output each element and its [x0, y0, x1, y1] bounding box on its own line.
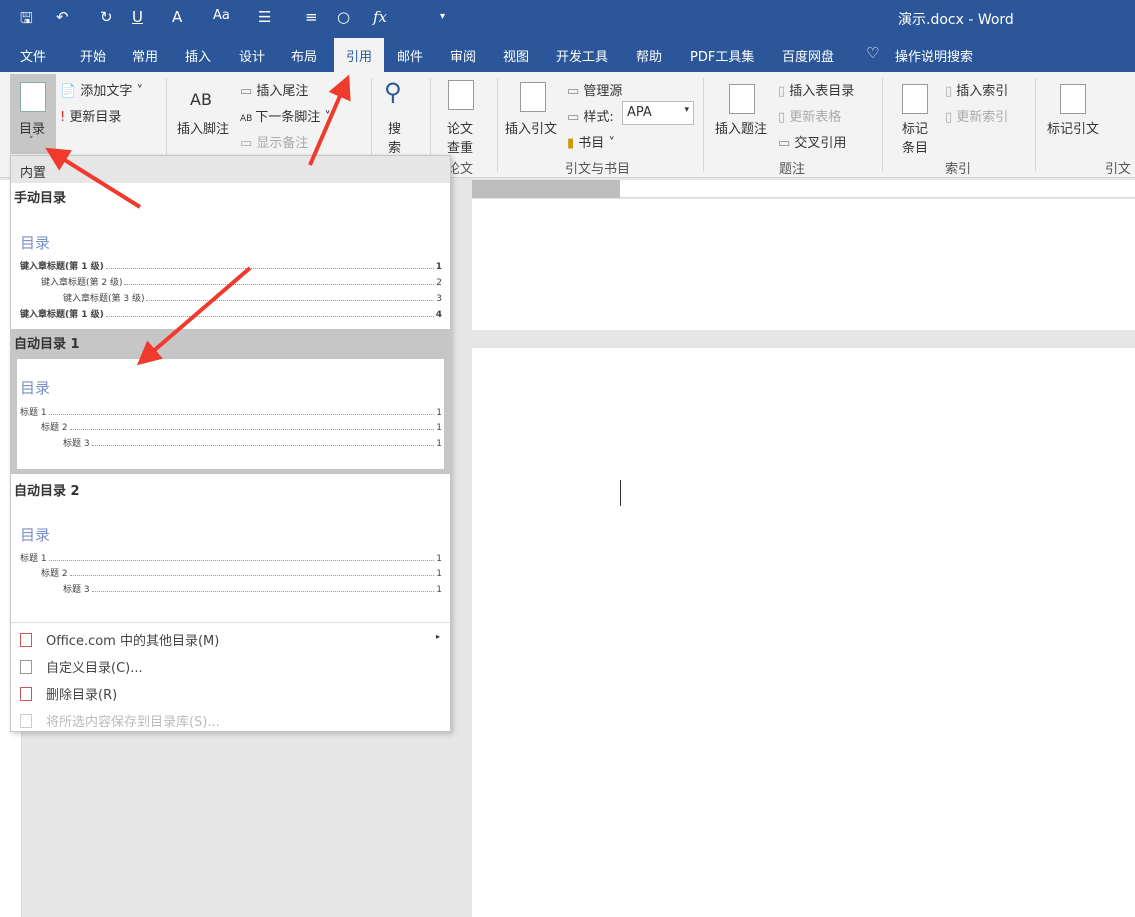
title-bar: 🖫 ↶ ↻ U A Aa ☰ ≡ ○ fx ▾ 演示.docx - Word — [0, 0, 1135, 36]
paper-check-button[interactable]: 论文 查重 — [447, 118, 473, 156]
group-citations: 引文与书目 — [565, 162, 631, 177]
tab-home[interactable]: 开始 — [80, 46, 106, 65]
tab-design[interactable]: 设计 — [239, 46, 265, 65]
redo-icon[interactable]: ↻ — [100, 8, 113, 26]
manage-sources-icon: ▭ — [567, 84, 584, 99]
undo-icon[interactable]: ↶ — [56, 8, 69, 26]
insert-citation-button[interactable]: 插入引文 — [505, 118, 557, 137]
tab-layout[interactable]: 布局 — [291, 46, 317, 65]
tab-review[interactable]: 审阅 — [450, 46, 476, 65]
remove-toc-icon — [20, 687, 32, 701]
table-of-contents-button[interactable]: 目录 ˅ — [10, 74, 56, 154]
horizontal-ruler[interactable] — [472, 180, 1135, 198]
endnote-icon: ▭ — [240, 84, 257, 99]
show-notes-icon: ▭ — [240, 136, 257, 151]
mark-entry-icon — [902, 84, 928, 114]
tab-view[interactable]: 视图 — [503, 46, 529, 65]
font-color-icon[interactable]: A — [172, 8, 182, 26]
lightbulb-icon: ♡ — [866, 44, 880, 62]
group-captions: 题注 — [779, 162, 806, 177]
show-notes-button[interactable]: ▭ 显示备注 — [240, 132, 308, 151]
next-footnote-button[interactable]: AB 下一条脚注 ˅ — [240, 106, 331, 125]
submenu-arrow-icon: ▸ — [435, 632, 440, 641]
bibliography-button[interactable]: ▮ 书目 ˅ — [567, 132, 615, 151]
tab-insert[interactable]: 插入 — [185, 46, 211, 65]
menu-item-remove-toc[interactable]: 删除目录(R) — [11, 681, 450, 707]
manage-sources-button[interactable]: ▭ 管理源 — [567, 80, 622, 99]
mark-citation-button[interactable]: 标记引文 — [1047, 118, 1099, 137]
menu-item-save-selection[interactable]: 将所选内容保存到目录库(S)... — [11, 708, 450, 734]
mark-citation-icon — [1060, 84, 1086, 114]
tab-common[interactable]: 常用 — [132, 46, 158, 65]
add-text-button[interactable]: 📄 添加文字 ˅ — [60, 80, 143, 99]
align-icon[interactable]: ≡ — [305, 8, 318, 26]
insert-table-of-figures-button[interactable]: ▯ 插入表目录 — [778, 80, 854, 99]
document-page-2[interactable] — [472, 348, 1135, 917]
tab-help[interactable]: 帮助 — [636, 46, 662, 65]
text-cursor — [620, 480, 621, 506]
search-button[interactable]: 搜索 — [388, 118, 401, 156]
gallery-item-auto-toc-1[interactable]: 自动目录 1 目录 标题 11 标题 21 标题 31 — [11, 329, 450, 474]
gallery-item-manual-toc[interactable]: 手动目录 目录 键入章标题(第 1 级) 1 键入章标题(第 2 级) 2 键入章标… — [11, 183, 450, 328]
insert-index-button[interactable]: ▯ 插入索引 — [945, 80, 1008, 99]
shape-icon[interactable]: ○ — [337, 8, 350, 26]
customize-icon[interactable]: ▾ — [440, 11, 445, 22]
chevron-down-icon: ˅ — [29, 136, 34, 146]
tab-file[interactable]: 文件 — [20, 46, 46, 65]
tell-me-search[interactable]: 操作说明搜索 — [895, 46, 973, 65]
style-label: ▭ 样式: — [567, 110, 614, 125]
save-selection-icon — [20, 714, 32, 728]
update-table-button[interactable]: ▯ 更新表格 — [778, 106, 841, 125]
next-footnote-icon: AB — [240, 114, 256, 124]
search-icon: ⚲ — [384, 78, 402, 106]
paper-check-icon — [448, 80, 474, 110]
save-icon[interactable]: 🖫 — [20, 8, 33, 33]
menu-item-more-toc[interactable]: Office.com 中的其他目录(M) ▸ — [11, 627, 450, 653]
insert-caption-button[interactable]: 插入题注 — [715, 118, 767, 137]
window-title: 演示.docx - Word — [898, 12, 1014, 28]
footnote-icon: AB — [190, 90, 212, 109]
citation-style-select[interactable]: APA ▾ — [622, 101, 694, 125]
insert-caption-icon — [729, 84, 755, 114]
cross-reference-button[interactable]: ▭ 交叉引用 — [778, 132, 846, 151]
change-case-icon[interactable]: Aa — [213, 8, 230, 23]
bibliography-icon: ▮ — [567, 136, 579, 151]
underline-icon[interactable]: U — [132, 8, 143, 26]
toc-icon — [20, 82, 46, 112]
insert-endnote-button[interactable]: ▭ 插入尾注 — [240, 80, 308, 99]
section-header: 内置 — [11, 156, 450, 183]
gallery-item-auto-toc-2[interactable]: 自动目录 2 目录 标题 11 标题 21 标题 31 — [11, 476, 450, 621]
style-icon: ▭ — [567, 110, 584, 125]
insert-citation-icon — [520, 82, 546, 112]
ribbon-tabs: 文件 开始 常用 插入 设计 布局 引用 邮件 审阅 视图 开发工具 帮助 PD… — [0, 36, 1135, 72]
tab-references[interactable]: 引用 — [334, 38, 385, 72]
tab-mailings[interactable]: 邮件 — [397, 46, 423, 65]
office-icon — [20, 633, 32, 647]
update-toc-icon: ! — [60, 110, 66, 125]
tab-pdf-tools[interactable]: PDF工具集 — [690, 46, 754, 65]
update-toc-button[interactable]: ! 更新目录 — [60, 106, 121, 125]
formula-icon[interactable]: fx — [373, 8, 387, 26]
custom-toc-icon — [20, 660, 32, 674]
divider — [11, 622, 450, 623]
tab-developer[interactable]: 开发工具 — [556, 46, 608, 65]
tab-baidu-netdisk[interactable]: 百度网盘 — [782, 46, 834, 65]
group-index: 索引 — [945, 162, 972, 177]
document-page-1[interactable] — [472, 199, 1135, 330]
menu-item-custom-toc[interactable]: 自定义目录(C)... — [11, 654, 450, 680]
update-index-button[interactable]: ▯ 更新索引 — [945, 106, 1008, 125]
toc-dropdown-menu: 内置 手动目录 目录 键入章标题(第 1 级) 1 键入章标题(第 2 级) 2 键… — [10, 155, 451, 732]
insert-footnote-button[interactable]: 插入脚注 — [177, 118, 229, 137]
bullets-icon[interactable]: ☰ — [258, 8, 271, 26]
add-text-icon: 📄 — [60, 84, 81, 99]
mark-entry-button[interactable]: 标记 条目 — [902, 118, 928, 156]
